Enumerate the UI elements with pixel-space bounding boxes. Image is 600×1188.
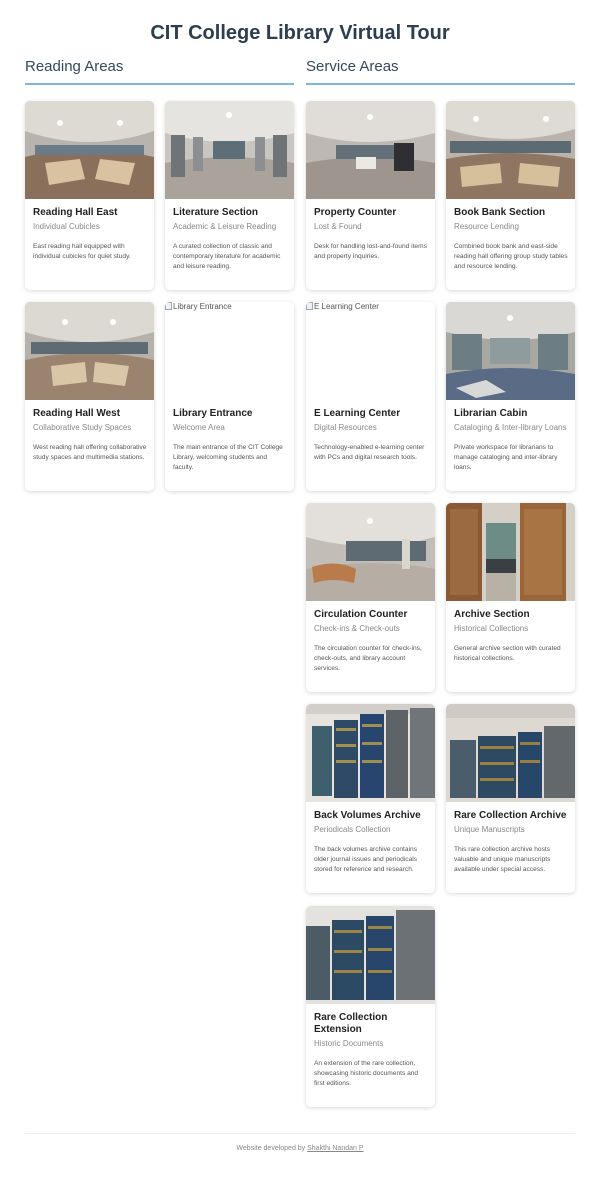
- reading-areas-divider: [25, 83, 294, 85]
- card-subtitle: Welcome Area: [173, 423, 225, 432]
- tour-card-library-entrance[interactable]: Library Entrance Library Entrance Welcom…: [165, 302, 294, 491]
- card-subtitle: Check-ins & Check-outs: [314, 624, 400, 633]
- card-subtitle: Historic Documents: [314, 1039, 384, 1048]
- tour-card-archive-section[interactable]: Archive Section Historical Collections G…: [446, 503, 575, 692]
- card-description: General archive section with curated his…: [454, 645, 561, 662]
- tour-card-reading-hall-west[interactable]: Reading Hall West Collaborative Study Sp…: [25, 302, 154, 491]
- card-subtitle: Periodicals Collection: [314, 825, 391, 834]
- panorama-thumbnail[interactable]: [306, 704, 435, 802]
- panorama-thumbnail[interactable]: [306, 906, 435, 1004]
- footer: Website developed by Shakthi Nandan P: [0, 1145, 600, 1152]
- tour-card-rare-collection-archive[interactable]: Rare Collection Archive Unique Manuscrip…: [446, 704, 575, 893]
- footer-divider: [25, 1133, 575, 1134]
- tour-card-property-counter[interactable]: Property Counter Lost & Found Desk for h…: [306, 101, 435, 290]
- card-title: Circulation Counter: [314, 609, 408, 620]
- card-description: This rare collection archive hosts valua…: [454, 846, 551, 873]
- panorama-thumbnail[interactable]: [446, 704, 575, 802]
- card-title: Librarian Cabin: [454, 408, 528, 419]
- panorama-thumbnail[interactable]: [446, 101, 575, 199]
- image-alt-text: E Learning Center: [314, 302, 379, 311]
- card-title: Library Entrance: [173, 408, 253, 419]
- service-areas-divider: [306, 83, 575, 85]
- tour-card-back-volumes-archive[interactable]: Back Volumes Archive Periodicals Collect…: [306, 704, 435, 893]
- broken-image-icon: [306, 302, 313, 310]
- card-subtitle: Individual Cubicles: [33, 222, 100, 231]
- card-description: Combined book bank and east-side reading…: [454, 243, 568, 270]
- card-title: Property Counter: [314, 207, 397, 218]
- reading-areas-heading: Reading Areas: [25, 58, 124, 75]
- card-title: Book Bank Section: [454, 207, 546, 218]
- card-description: West reading hall offering collaborative…: [33, 444, 147, 461]
- card-title: Reading Hall West: [33, 408, 121, 419]
- card-subtitle: Collaborative Study Spaces: [33, 423, 132, 432]
- tour-card-librarian-cabin[interactable]: Librarian Cabin Cataloging & Inter-libra…: [446, 302, 575, 491]
- card-description: An extension of the rare collection, sho…: [314, 1060, 419, 1087]
- card-description: Technology-enabled e-learning center wit…: [314, 444, 425, 461]
- footer-author-link[interactable]: Shakthi Nandan P: [307, 1145, 363, 1152]
- card-subtitle: Historical Collections: [454, 624, 529, 633]
- card-subtitle: Academic & Leisure Reading: [173, 222, 277, 231]
- panorama-thumbnail[interactable]: [306, 101, 435, 199]
- page: CIT College Library Virtual Tour Reading…: [0, 0, 600, 1188]
- broken-image-icon: [165, 302, 172, 310]
- page-title: CIT College Library Virtual Tour: [150, 22, 450, 44]
- card-description: Desk for handling lost-and-found items a…: [314, 243, 427, 260]
- card-title: Rare Collection Archive: [454, 810, 567, 821]
- tour-card-book-bank-section[interactable]: Book Bank Section Resource Lending Combi…: [446, 101, 575, 290]
- tour-card-literature-section[interactable]: Literature Section Academic & Leisure Re…: [165, 101, 294, 290]
- card-description: The main entrance of the CIT College Lib…: [173, 444, 283, 471]
- tour-card-rare-collection-extension[interactable]: Rare Collection Extension Historic Docum…: [306, 906, 435, 1107]
- broken-image-placeholder[interactable]: Library Entrance: [165, 302, 294, 400]
- card-title: Back Volumes Archive: [314, 810, 421, 821]
- panorama-thumbnail[interactable]: [25, 302, 154, 400]
- panorama-thumbnail[interactable]: [306, 503, 435, 601]
- image-alt-text: Library Entrance: [173, 302, 232, 311]
- card-description: The circulation counter for check-ins, c…: [314, 645, 422, 672]
- card-title: Literature Section: [173, 207, 259, 218]
- card-subtitle: Cataloging & Inter-library Loans: [454, 423, 567, 432]
- panorama-thumbnail[interactable]: [446, 503, 575, 601]
- tour-card-reading-hall-east[interactable]: Reading Hall East Individual Cubicles Ea…: [25, 101, 154, 290]
- card-description: Private workspace for librarians to mana…: [454, 444, 558, 471]
- card-description: East reading hall equipped with individu…: [33, 243, 131, 260]
- card-title: Reading Hall East: [33, 207, 118, 218]
- panorama-thumbnail[interactable]: [165, 101, 294, 199]
- card-title: E Learning Center: [314, 408, 401, 419]
- card-subtitle: Digital Resources: [314, 423, 377, 432]
- card-subtitle: Resource Lending: [454, 222, 519, 231]
- tour-card-circulation-counter[interactable]: Circulation Counter Check-ins & Check-ou…: [306, 503, 435, 692]
- footer-credit-text: Website developed by: [236, 1145, 306, 1152]
- card-description: The back volumes archive contains older …: [314, 846, 417, 873]
- service-areas-heading: Service Areas: [306, 58, 399, 75]
- panorama-thumbnail[interactable]: [446, 302, 575, 400]
- tour-card-e-learning-center[interactable]: E Learning Center E Learning Center Digi…: [306, 302, 435, 491]
- panorama-thumbnail[interactable]: [25, 101, 154, 199]
- card-subtitle: Unique Manuscripts: [454, 825, 525, 834]
- card-title: Rare Collection Extension: [314, 1012, 388, 1035]
- card-description: A curated collection of classic and cont…: [173, 243, 281, 270]
- card-subtitle: Lost & Found: [314, 222, 362, 231]
- card-title: Archive Section: [454, 609, 530, 620]
- broken-image-placeholder[interactable]: E Learning Center: [306, 302, 435, 400]
